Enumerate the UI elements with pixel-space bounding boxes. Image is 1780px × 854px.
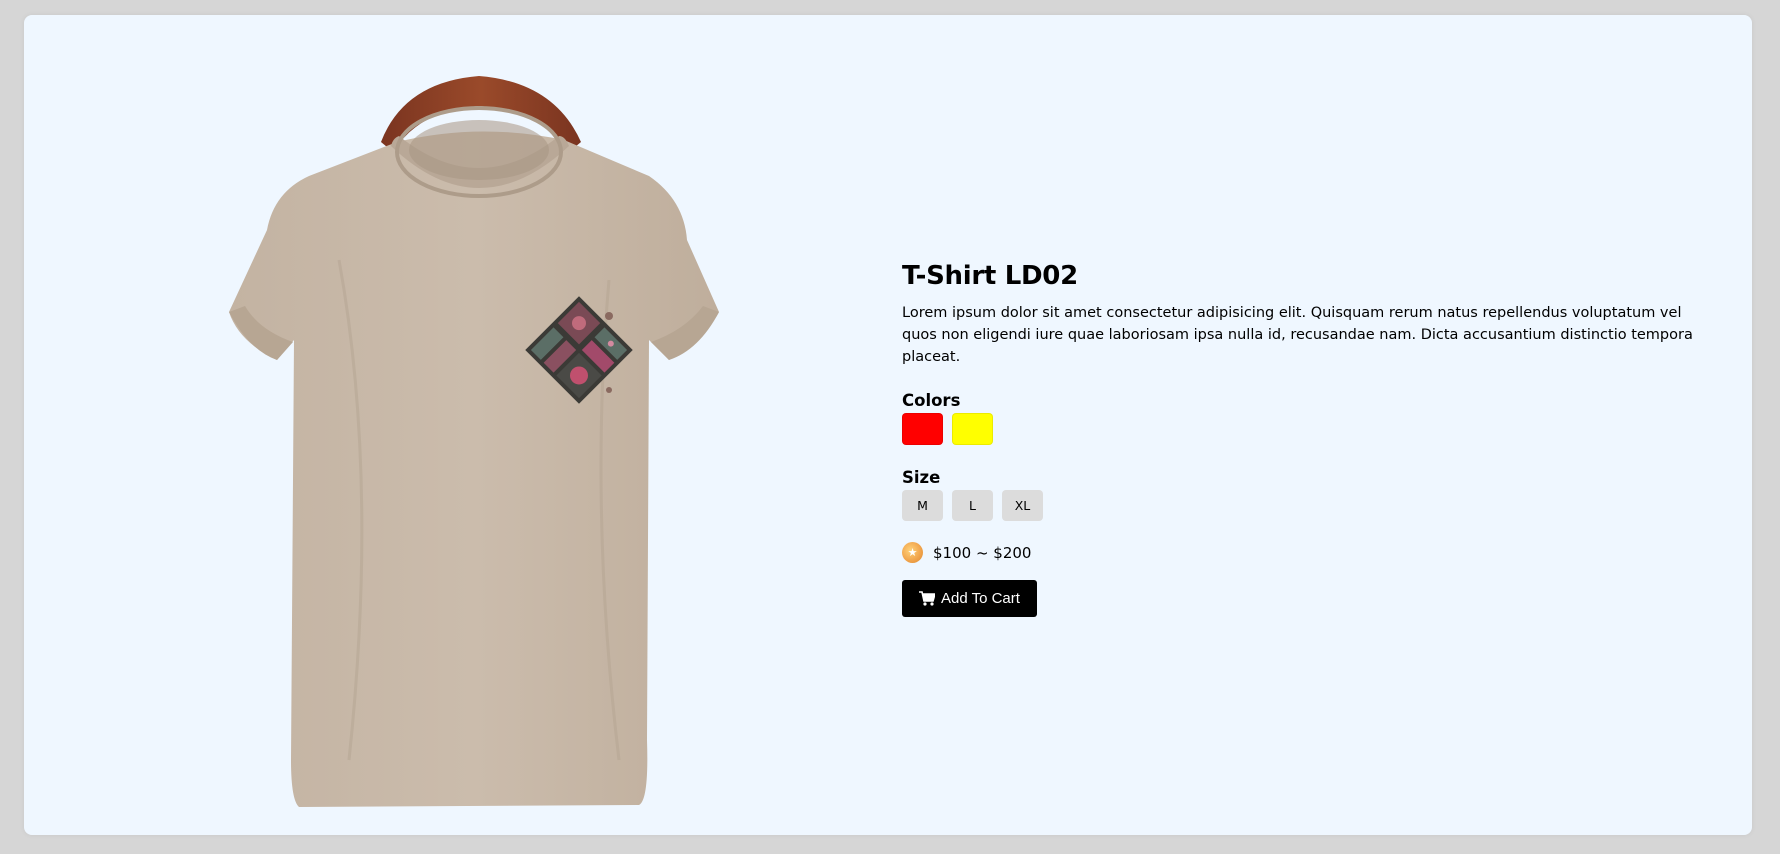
coin-icon: ★	[902, 542, 923, 563]
colors-label: Colors	[902, 391, 961, 410]
color-swatch-yellow[interactable]	[952, 413, 993, 445]
product-title: T-Shirt LD02	[902, 261, 1078, 291]
color-swatch-red[interactable]	[902, 413, 943, 445]
product-description: Lorem ipsum dolor sit amet consectetur a…	[902, 305, 1693, 365]
product-card: T-Shirt LD02 Lorem ipsum dolor sit amet …	[24, 15, 1752, 835]
size-label: Size	[902, 468, 941, 487]
size-button-xl[interactable]: XL	[1002, 490, 1043, 521]
size-button-l[interactable]: L	[952, 490, 993, 521]
cart-icon	[919, 591, 935, 606]
size-options: M L XL	[902, 490, 1722, 521]
add-to-cart-label: Add To Cart	[941, 590, 1020, 607]
product-details: T-Shirt LD02 Lorem ipsum dolor sit amet …	[902, 245, 1722, 617]
tshirt-on-hanger-image	[229, 76, 719, 807]
color-swatches	[902, 413, 1722, 445]
size-button-m[interactable]: M	[902, 490, 943, 521]
price-range: $100 ~ $200	[933, 543, 1032, 562]
add-to-cart-button[interactable]: Add To Cart	[902, 580, 1037, 617]
product-image	[179, 60, 799, 820]
price-row: ★ $100 ~ $200	[902, 542, 1722, 563]
